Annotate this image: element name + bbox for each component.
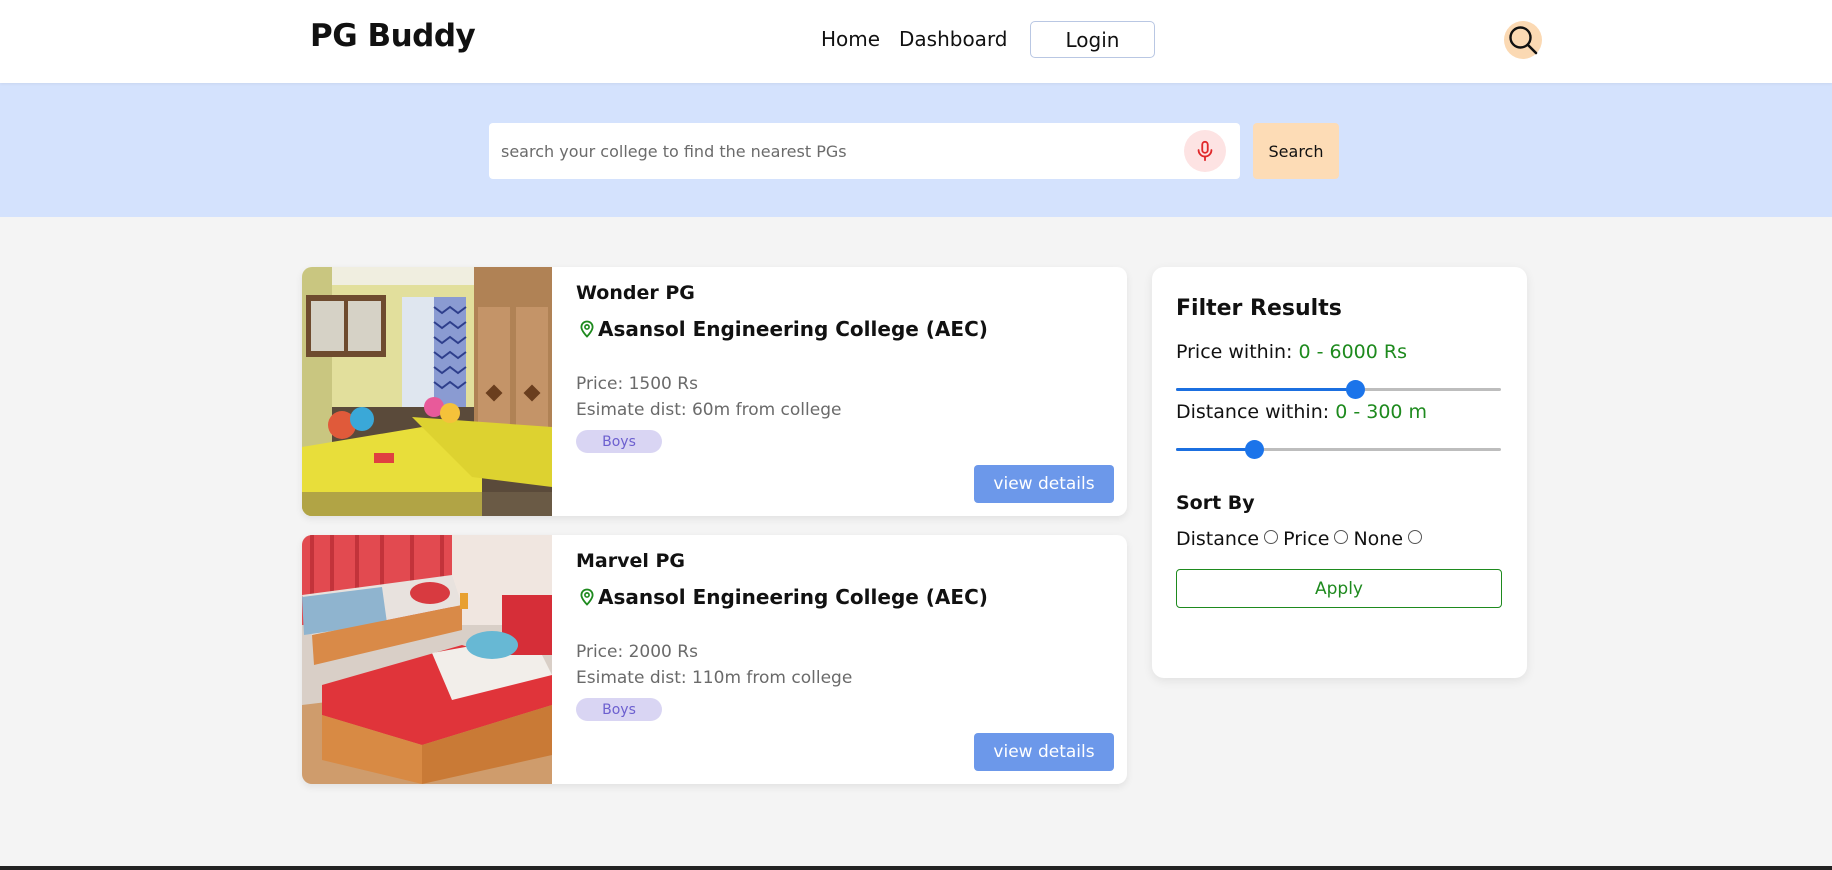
- pg-price: Price: 2000 Rs: [576, 642, 698, 662]
- pg-price: Price: 1500 Rs: [576, 374, 698, 394]
- price-max: 6000 Rs: [1329, 341, 1408, 363]
- college-search-input[interactable]: [501, 123, 1161, 179]
- sort-option-price-label: Price: [1283, 528, 1330, 550]
- distance-max: 300 m: [1366, 401, 1428, 423]
- price-filter-label: Price within: 0 - 6000 Rs: [1176, 341, 1407, 363]
- pg-college: Asansol Engineering College (AEC): [578, 317, 988, 341]
- sort-option-distance-label: Distance: [1176, 528, 1260, 550]
- pg-listing-card: Wonder PG Asansol Engineering College (A…: [302, 267, 1127, 516]
- distance-filter-label: Distance within: 0 - 300 m: [1176, 401, 1427, 423]
- gender-badge: Boys: [576, 698, 662, 721]
- sort-distance-radio[interactable]: [1264, 530, 1279, 544]
- distance-label: Distance within:: [1176, 401, 1330, 423]
- top-navbar: PG Buddy Home Dashboard Login: [0, 0, 1832, 83]
- room-photo-yellow-beds: [302, 267, 552, 516]
- pg-room-image[interactable]: [302, 535, 552, 784]
- footer-edge: [0, 866, 1832, 870]
- price-label: Price within:: [1176, 341, 1293, 363]
- college-name: Asansol Engineering College (AEC): [598, 585, 988, 609]
- filter-title: Filter Results: [1176, 296, 1342, 321]
- price-slider-fill: [1176, 388, 1355, 391]
- apply-filter-button[interactable]: Apply: [1176, 569, 1502, 608]
- sort-option-none-label: None: [1353, 528, 1404, 550]
- map-pin-icon: [580, 588, 594, 606]
- nav-home-link[interactable]: Home: [821, 27, 880, 51]
- price-slider-thumb[interactable]: [1345, 380, 1365, 399]
- sort-none-radio[interactable]: [1408, 530, 1423, 544]
- distance-min: 0 -: [1335, 401, 1361, 423]
- login-button[interactable]: Login: [1030, 21, 1155, 58]
- pg-room-image[interactable]: [302, 267, 552, 516]
- microphone-icon: [1197, 140, 1213, 162]
- view-details-button[interactable]: view details: [974, 465, 1114, 503]
- pg-distance: Esimate dist: 110m from college: [576, 668, 853, 688]
- search-banner: Search: [0, 83, 1832, 217]
- pg-listing-card: Marvel PG Asansol Engineering College (A…: [302, 535, 1127, 784]
- distance-slider[interactable]: [1176, 440, 1501, 459]
- sort-options: Distance Price None: [1176, 528, 1427, 550]
- search-button[interactable]: Search: [1253, 123, 1339, 179]
- room-photo-red-beds: [302, 535, 552, 784]
- sort-by-title: Sort By: [1176, 492, 1255, 514]
- distance-slider-thumb[interactable]: [1245, 440, 1264, 459]
- price-slider[interactable]: [1176, 380, 1501, 399]
- search-box: [489, 123, 1240, 179]
- voice-search-button[interactable]: [1184, 130, 1226, 172]
- college-name: Asansol Engineering College (AEC): [598, 317, 988, 341]
- search-icon: [1509, 26, 1538, 55]
- view-details-button[interactable]: view details: [974, 733, 1114, 771]
- nav-dashboard-link[interactable]: Dashboard: [899, 27, 1008, 51]
- pg-college: Asansol Engineering College (AEC): [578, 585, 988, 609]
- brand-logo[interactable]: PG Buddy: [310, 18, 476, 54]
- pg-name[interactable]: Wonder PG: [576, 282, 695, 304]
- price-min: 0 -: [1298, 341, 1324, 363]
- sort-price-radio[interactable]: [1334, 530, 1349, 544]
- pg-distance: Esimate dist: 60m from college: [576, 400, 842, 420]
- filter-panel: Filter Results Price within: 0 - 6000 Rs…: [1152, 267, 1527, 678]
- map-pin-icon: [580, 320, 594, 338]
- pg-name[interactable]: Marvel PG: [576, 550, 685, 572]
- header-search-button[interactable]: [1504, 21, 1542, 59]
- distance-slider-fill: [1176, 448, 1254, 451]
- gender-badge: Boys: [576, 430, 662, 453]
